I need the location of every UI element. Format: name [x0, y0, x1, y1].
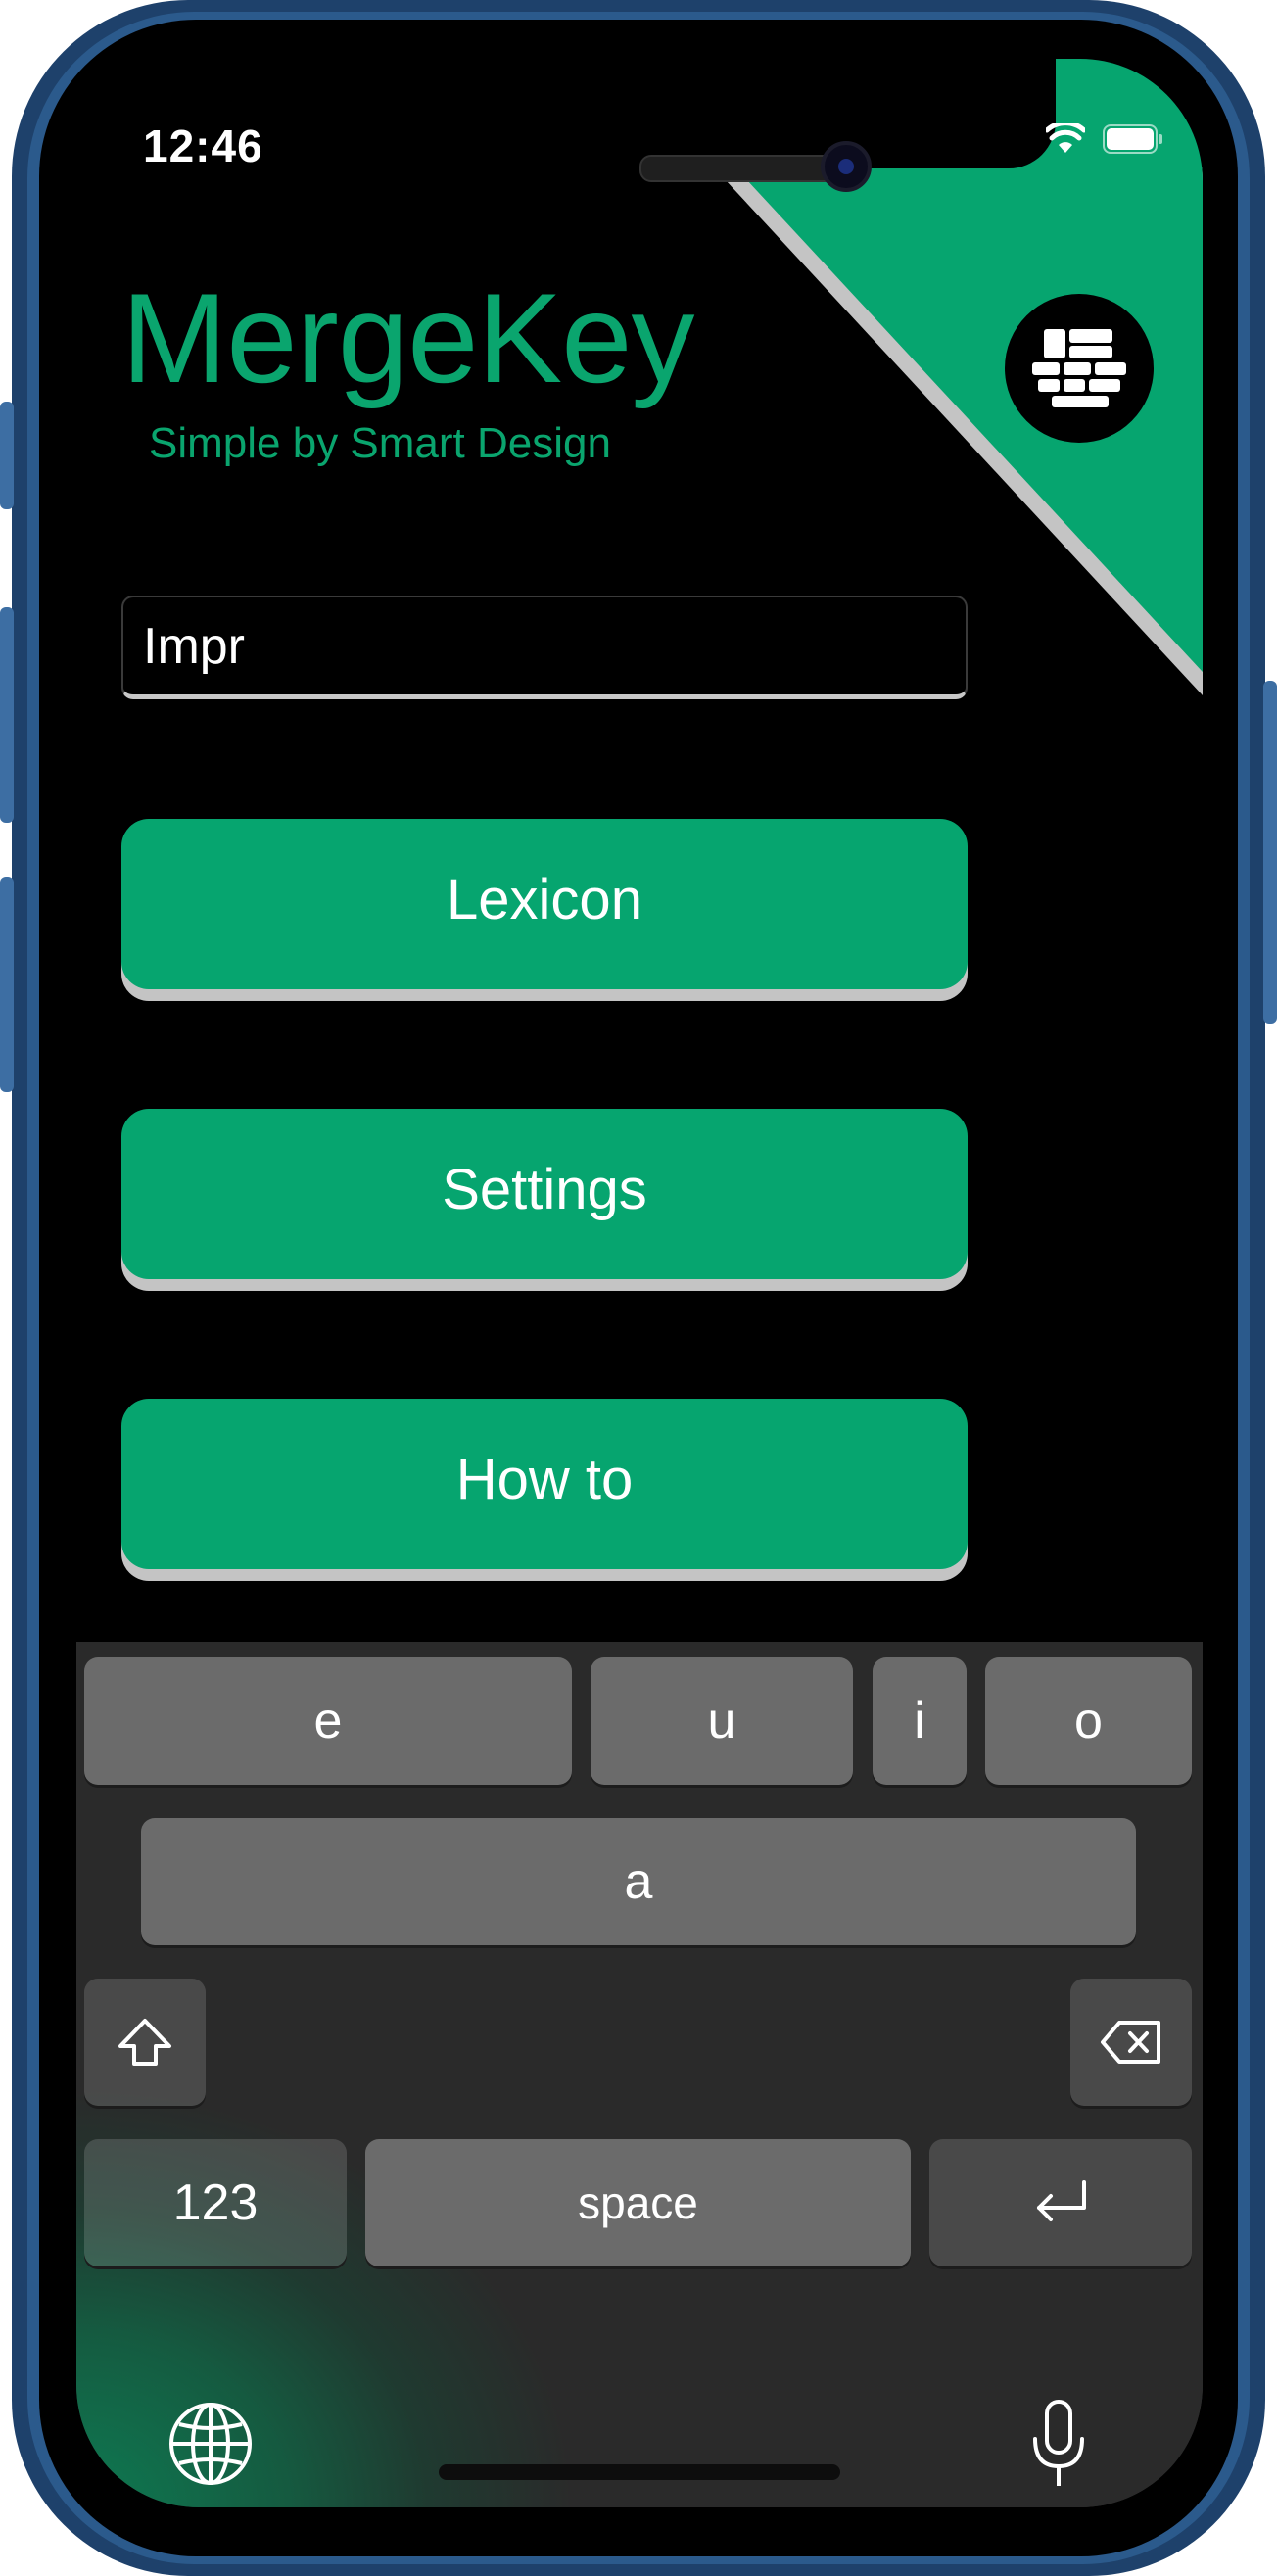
app-subtitle: Simple by Smart Design	[149, 419, 611, 467]
battery-icon	[1103, 124, 1162, 154]
home-indicator[interactable]	[439, 2464, 840, 2480]
numbers-key[interactable]: 123	[84, 2139, 347, 2266]
wifi-icon	[1046, 123, 1085, 153]
logo-button[interactable]	[1005, 294, 1154, 443]
screen: 12:46 MergeKey Simple by Smart Design Im…	[76, 59, 1203, 2507]
space-key[interactable]: space	[365, 2139, 911, 2266]
search-input[interactable]	[121, 596, 968, 699]
globe-button[interactable]	[166, 2400, 255, 2488]
settings-button[interactable]: Settings	[121, 1109, 968, 1279]
lexicon-button[interactable]: Lexicon	[121, 819, 968, 989]
side-button-volume-down	[0, 877, 14, 1092]
front-camera	[821, 141, 872, 192]
delete-key[interactable]	[1070, 1979, 1192, 2106]
notch	[537, 59, 1056, 168]
status-icons	[1046, 123, 1163, 155]
app-title: MergeKey	[121, 266, 694, 409]
return-key[interactable]	[929, 2139, 1192, 2266]
key-u[interactable]: u	[591, 1657, 853, 1785]
how-to-button[interactable]: How to	[121, 1399, 968, 1569]
shift-key[interactable]	[84, 1979, 206, 2106]
keyboard-grid-icon	[1032, 329, 1126, 407]
side-button-mute	[0, 402, 14, 509]
shift-icon	[118, 2019, 171, 2066]
dictation-button[interactable]	[1024, 2396, 1093, 2494]
microphone-icon	[1033, 2400, 1084, 2486]
keyboard: e u i o a 123 space	[76, 1642, 1203, 2507]
return-icon	[1037, 2180, 1086, 2221]
speaker	[639, 155, 839, 182]
status-time: 12:46	[143, 120, 263, 171]
globe-icon	[169, 2403, 252, 2485]
backspace-icon	[1101, 2021, 1160, 2064]
side-button-volume-up	[0, 607, 14, 823]
key-a[interactable]: a	[141, 1818, 1136, 1945]
key-o[interactable]: o	[985, 1657, 1192, 1785]
key-i[interactable]: i	[873, 1657, 967, 1785]
side-button-power	[1263, 681, 1277, 1024]
key-e[interactable]: e	[84, 1657, 572, 1785]
